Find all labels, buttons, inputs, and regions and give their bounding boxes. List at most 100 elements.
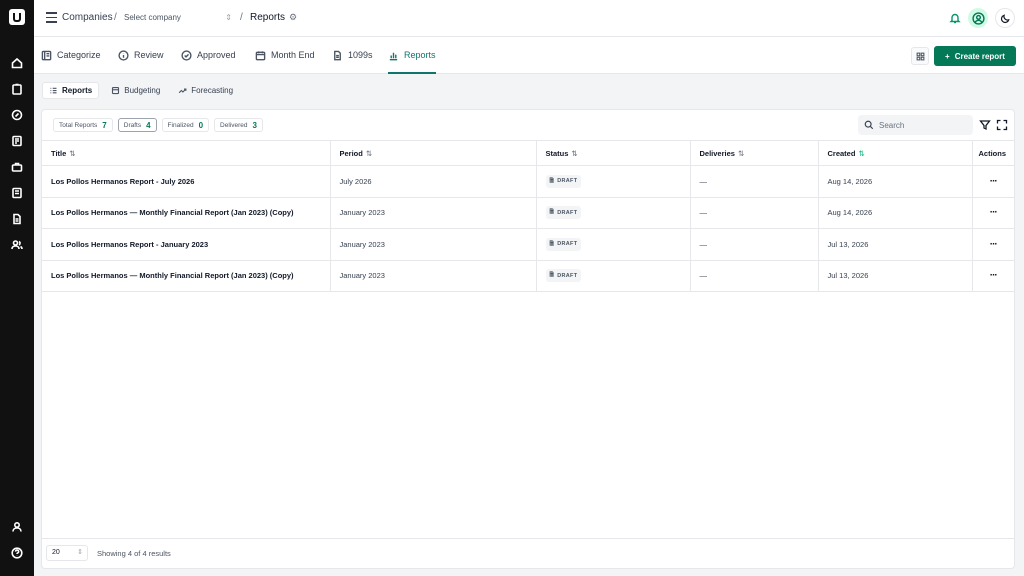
breadcrumb-companies[interactable]: Companies — [62, 12, 113, 23]
chip-drafts[interactable]: Drafts 4 — [117, 118, 157, 132]
subtab-label: Budgeting — [124, 86, 161, 95]
chip-finalized[interactable]: Finalized 0 — [161, 118, 210, 132]
file-text-icon[interactable] — [10, 212, 24, 226]
settings-icon[interactable]: ⚙ — [289, 12, 297, 23]
users-icon[interactable] — [10, 238, 24, 252]
check-circle-icon — [181, 49, 192, 61]
search-box — [858, 115, 973, 135]
breadcrumb-separator: / — [114, 12, 117, 23]
tab-categorize[interactable]: Categorize — [41, 37, 101, 73]
table-header-row: Title ⇅ Period ⇅ Status ⇅ Deliveries ⇅ Creat… — [42, 140, 1014, 166]
ledger-icon[interactable] — [10, 134, 24, 148]
report-title[interactable]: Los Pollos Hermanos — Monthly Financial … — [42, 260, 331, 292]
reports-table: Title ⇅ Period ⇅ Status ⇅ Deliveries ⇅ Creat… — [42, 140, 1014, 292]
tab-month-end[interactable]: Month End — [255, 37, 315, 73]
column-header-created[interactable]: Created ⇅ — [818, 140, 973, 166]
tab-1099s[interactable]: 1099s — [332, 37, 373, 73]
draft-doc-icon: 🗎 — [549, 272, 555, 279]
book-icon[interactable] — [10, 186, 24, 200]
module-tab-bar: Categorize Review Approved Month End 109… — [34, 37, 1024, 74]
clipboard-icon[interactable] — [10, 82, 24, 96]
draft-doc-icon: 🗎 — [549, 240, 555, 247]
create-report-button[interactable]: + Create report — [934, 46, 1016, 66]
report-title[interactable]: Los Pollos Hermanos Report - January 202… — [42, 228, 331, 261]
moon-icon[interactable] — [995, 8, 1015, 28]
subtab-forecasting[interactable]: Forecasting — [172, 82, 239, 99]
company-select-placeholder: Select company — [124, 13, 181, 22]
filter-icon[interactable] — [979, 119, 991, 131]
search-input[interactable] — [879, 120, 959, 130]
home-icon[interactable] — [10, 56, 24, 70]
fullscreen-icon[interactable] — [996, 119, 1008, 131]
table-footer: 20 ⇕ Showing 4 of 4 results — [42, 538, 1014, 568]
grid-view-button[interactable] — [911, 47, 929, 65]
report-title[interactable]: Los Pollos Hermanos Report - July 2026 — [42, 165, 331, 198]
subtab-label: Forecasting — [191, 86, 234, 95]
bar-chart-icon — [389, 52, 398, 60]
status-cell: 🗎 DRAFT — [536, 228, 691, 261]
status-text: DRAFT — [557, 209, 578, 216]
create-report-label: Create report — [954, 51, 1005, 61]
table-row[interactable]: Los Pollos Hermanos Report - January 202… — [42, 228, 1014, 261]
subtab-budgeting[interactable]: Budgeting — [105, 82, 166, 99]
left-rail — [0, 0, 34, 576]
menu-icon[interactable] — [46, 12, 57, 23]
table-row[interactable]: Los Pollos Hermanos — Monthly Financial … — [42, 197, 1014, 229]
subtab-label: Reports — [62, 86, 93, 95]
column-header-status[interactable]: Status ⇅ — [536, 140, 691, 166]
grid-icon — [916, 52, 924, 60]
more-actions-icon[interactable]: ··· — [990, 270, 998, 281]
status-filter-chips: Total Reports 7 Drafts 4 Finalized 0 Del… — [53, 118, 263, 132]
categorize-icon — [41, 50, 52, 60]
table-row[interactable]: Los Pollos Hermanos Report - July 2026 J… — [42, 165, 1014, 198]
page-size-value: 20 — [52, 549, 60, 556]
tab-approved[interactable]: Approved — [181, 37, 236, 73]
sub-tabs: Reports Budgeting Forecasting — [42, 82, 239, 100]
report-period: January 2023 — [330, 260, 537, 292]
report-period: January 2023 — [330, 197, 537, 229]
page-size-select[interactable]: 20 ⇕ — [46, 545, 88, 561]
chip-count: 7 — [102, 120, 107, 130]
column-header-period[interactable]: Period ⇅ — [330, 140, 537, 166]
tab-review[interactable]: Review — [118, 37, 164, 73]
column-label: Actions — [978, 148, 1007, 158]
help-icon[interactable] — [10, 546, 24, 560]
report-title[interactable]: Los Pollos Hermanos — Monthly Financial … — [42, 197, 331, 229]
status-badge: 🗎 DRAFT — [545, 174, 582, 188]
bell-icon[interactable] — [949, 12, 961, 24]
chip-count: 3 — [252, 120, 257, 130]
info-icon — [118, 49, 129, 61]
tab-reports[interactable]: Reports — [388, 37, 436, 74]
more-actions-icon[interactable]: ··· — [990, 207, 998, 218]
app-logo[interactable] — [9, 9, 25, 25]
chevron-updown-icon: ⇕ — [225, 13, 232, 22]
document-icon — [334, 50, 341, 60]
briefcase-icon[interactable] — [10, 160, 24, 174]
subtab-reports[interactable]: Reports — [42, 82, 100, 99]
chip-delivered[interactable]: Delivered 3 — [214, 118, 263, 132]
chip-count: 0 — [198, 120, 204, 130]
user-avatar-icon[interactable] — [968, 8, 988, 28]
more-actions-icon[interactable]: ··· — [990, 176, 998, 187]
report-created: Jul 13, 2026 — [818, 228, 973, 261]
status-badge: 🗎 DRAFT — [545, 206, 582, 220]
tab-label: 1099s — [348, 50, 373, 60]
sort-icon: ⇅ — [365, 148, 373, 158]
report-created: Aug 14, 2026 — [818, 165, 973, 198]
more-actions-icon[interactable]: ··· — [990, 239, 998, 250]
tab-label: Review — [134, 50, 164, 60]
column-header-title[interactable]: Title ⇅ — [42, 140, 331, 166]
profile-icon[interactable] — [10, 520, 24, 534]
report-deliveries: — — [690, 260, 819, 292]
actions-cell: ··· — [972, 228, 1014, 261]
report-deliveries: — — [690, 165, 819, 198]
reports-card: Total Reports 7 Drafts 4 Finalized 0 Del… — [41, 109, 1015, 569]
results-count: Showing 4 of 4 results — [97, 549, 171, 558]
chip-total-reports[interactable]: Total Reports 7 — [53, 118, 113, 132]
table-row[interactable]: Los Pollos Hermanos — Monthly Financial … — [42, 260, 1014, 292]
company-select[interactable]: Select company ⇕ — [124, 9, 232, 27]
list-icon — [50, 87, 57, 94]
column-header-deliveries[interactable]: Deliveries ⇅ — [690, 140, 819, 166]
budget-icon — [112, 86, 120, 95]
compass-icon[interactable] — [10, 108, 24, 122]
